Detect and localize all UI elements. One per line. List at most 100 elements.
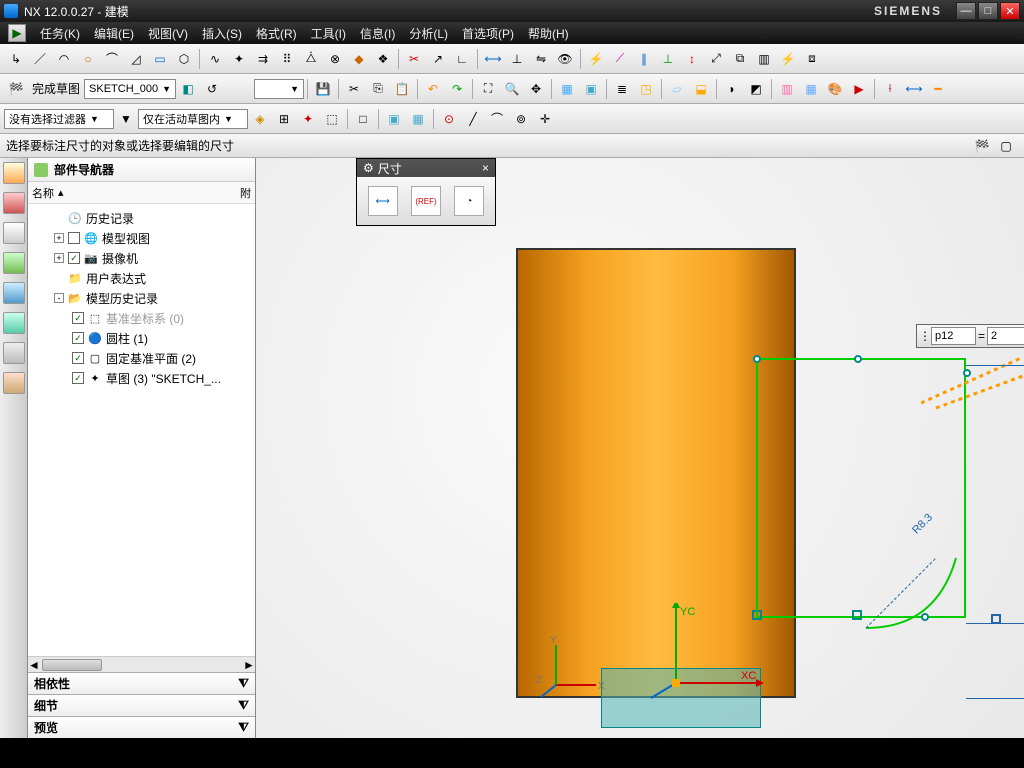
status-flag-icon[interactable]: 🏁	[971, 135, 993, 157]
section-dependencies[interactable]: 相依性⧨	[28, 672, 255, 694]
ic7[interactable]: ⧉	[729, 48, 751, 70]
param-name-field[interactable]	[931, 327, 976, 345]
tree-item[interactable]: +🌐模型视图	[32, 228, 251, 248]
browser-tab[interactable]	[3, 312, 25, 334]
feature-tree[interactable]: 🕒历史记录+🌐模型视图+✓📷摄像机📁用户表达式-📂模型历史记录✓⬚基准坐标系 (…	[28, 204, 255, 656]
filter-icon[interactable]: ▼	[115, 108, 137, 130]
dimension-icon[interactable]: ⟷	[482, 48, 504, 70]
geo-constraint-icon[interactable]: ⊥	[506, 48, 528, 70]
line-icon[interactable]: ／	[29, 48, 51, 70]
snap-mid-icon[interactable]: ⌒	[486, 108, 508, 130]
assembly-navigator-tab[interactable]	[3, 192, 25, 214]
menu-help[interactable]: 帮助(H)	[528, 25, 569, 42]
sheet-icon[interactable]: ▥	[776, 78, 798, 100]
more2-icon[interactable]: ━	[927, 78, 949, 100]
ic8[interactable]: ▥	[753, 48, 775, 70]
undo-icon[interactable]: ↶	[422, 78, 444, 100]
orient-icon[interactable]: ◧	[177, 78, 199, 100]
sel-ic5[interactable]: □	[352, 108, 374, 130]
parameter-input[interactable]: ⋮ = mm ▼	[916, 324, 1024, 348]
circle-icon[interactable]: ○	[77, 48, 99, 70]
finish-sketch-label[interactable]: 完成草图	[32, 80, 80, 97]
ic2[interactable]: ⟋	[609, 48, 631, 70]
display-constraint-icon[interactable]: 👁	[554, 48, 576, 70]
point-icon[interactable]: ✦	[228, 48, 250, 70]
sketch-node[interactable]	[854, 355, 862, 363]
draft-icon[interactable]: 🎨	[824, 78, 846, 100]
section-details[interactable]: 细节⧨	[28, 694, 255, 716]
status-box-icon[interactable]: ▢	[995, 135, 1017, 157]
ic6[interactable]: ⤢	[705, 48, 727, 70]
rapid-dim-button[interactable]: ⟷	[368, 186, 398, 216]
tree-item[interactable]: -📂模型历史记录	[32, 288, 251, 308]
ic1[interactable]: ⚡	[585, 48, 607, 70]
mirror-icon[interactable]: ⧊	[300, 48, 322, 70]
sel-ic4[interactable]: ⬚	[321, 108, 343, 130]
wcs-icon[interactable]: ◳	[635, 78, 657, 100]
tree-item[interactable]: ✓✦草图 (3) "SKETCH_...	[32, 368, 251, 388]
ic3[interactable]: ∥	[633, 48, 655, 70]
sketch-name-combo[interactable]: SKETCH_000▼	[84, 79, 176, 99]
zoom-icon[interactable]: 🔍	[501, 78, 523, 100]
wireframe-icon[interactable]: ▣	[580, 78, 602, 100]
rect-icon[interactable]: ▭	[149, 48, 171, 70]
more-icon[interactable]: ⟷	[903, 78, 925, 100]
make-corner-icon[interactable]: ∟	[451, 48, 473, 70]
angle-dim-button[interactable]: ◔	[454, 186, 484, 216]
graphics-canvas[interactable]: ⚙ 尺寸 × ⟷ (REF) ◔	[256, 158, 1024, 738]
menu-format[interactable]: 格式(R)	[256, 25, 297, 42]
dim-toolbar-close-icon[interactable]: ×	[482, 161, 489, 175]
shade-icon[interactable]: ▦	[556, 78, 578, 100]
empty-combo[interactable]: ▼	[254, 79, 304, 99]
paste-icon[interactable]: 📋	[391, 78, 413, 100]
hd3d-tab[interactable]	[3, 282, 25, 304]
intersect-icon[interactable]: ⊗	[324, 48, 346, 70]
polygon-icon[interactable]: ⬡	[173, 48, 195, 70]
fillet-icon[interactable]: ⌒	[101, 48, 123, 70]
part-navigator-tab[interactable]	[3, 162, 25, 184]
arc-icon[interactable]: ◠	[53, 48, 75, 70]
sketch-node[interactable]	[921, 613, 929, 621]
sel-ic1[interactable]: ◈	[249, 108, 271, 130]
menu-tools[interactable]: 工具(I)	[311, 25, 346, 42]
menu-view[interactable]: 视图(V)	[148, 25, 188, 42]
close-button[interactable]: ✕	[1000, 2, 1020, 20]
sel-ic2[interactable]: ⊞	[273, 108, 295, 130]
sel-ic3[interactable]: ✦	[297, 108, 319, 130]
tree-item[interactable]: 🕒历史记录	[32, 208, 251, 228]
sel-ic7[interactable]: ▦	[407, 108, 429, 130]
cut-icon[interactable]: ✂	[343, 78, 365, 100]
ic9[interactable]: ⚡	[777, 48, 799, 70]
sketch-node[interactable]	[753, 355, 761, 363]
scrollbar-h[interactable]: ◄ ►	[28, 656, 255, 672]
studio-spline-icon[interactable]: ∿	[204, 48, 226, 70]
snap-int-icon[interactable]: ✛	[534, 108, 556, 130]
reuse-library-tab[interactable]	[3, 252, 25, 274]
menu-edit[interactable]: 编辑(E)	[94, 25, 134, 42]
tree-item[interactable]: +✓📷摄像机	[32, 248, 251, 268]
sel-ic6[interactable]: ▣	[383, 108, 405, 130]
chamfer3d-icon[interactable]: ◩	[745, 78, 767, 100]
ic4[interactable]: ⊥	[657, 48, 679, 70]
pan-icon[interactable]: ✥	[525, 78, 547, 100]
quick-extend-icon[interactable]: ↗	[427, 48, 449, 70]
reattach-icon[interactable]: ↺	[201, 78, 223, 100]
tree-item[interactable]: 📁用户表达式	[32, 268, 251, 288]
sketch-node[interactable]	[963, 369, 971, 377]
layer-icon[interactable]: ≣	[611, 78, 633, 100]
menu-analyze[interactable]: 分析(L)	[409, 25, 448, 42]
make-symmetric-icon[interactable]: ⇋	[530, 48, 552, 70]
finish-sketch-icon[interactable]: 🏁	[5, 78, 27, 100]
edge-blend-icon[interactable]: ◗	[721, 78, 743, 100]
project-icon[interactable]: ◆	[348, 48, 370, 70]
ic5[interactable]: ↕	[681, 48, 703, 70]
datum-plane-icon[interactable]: ▱	[666, 78, 688, 100]
snap-ctr-icon[interactable]: ⊚	[510, 108, 532, 130]
copy-icon[interactable]: ⎘	[367, 78, 389, 100]
offset-curve-icon[interactable]: ⇉	[252, 48, 274, 70]
history-tab[interactable]	[3, 342, 25, 364]
save-icon[interactable]: 💾	[312, 78, 334, 100]
maximize-button[interactable]: □	[978, 2, 998, 20]
menu-start-icon[interactable]: ▶	[8, 24, 26, 42]
tree-item[interactable]: ✓⬚基准坐标系 (0)	[32, 308, 251, 328]
